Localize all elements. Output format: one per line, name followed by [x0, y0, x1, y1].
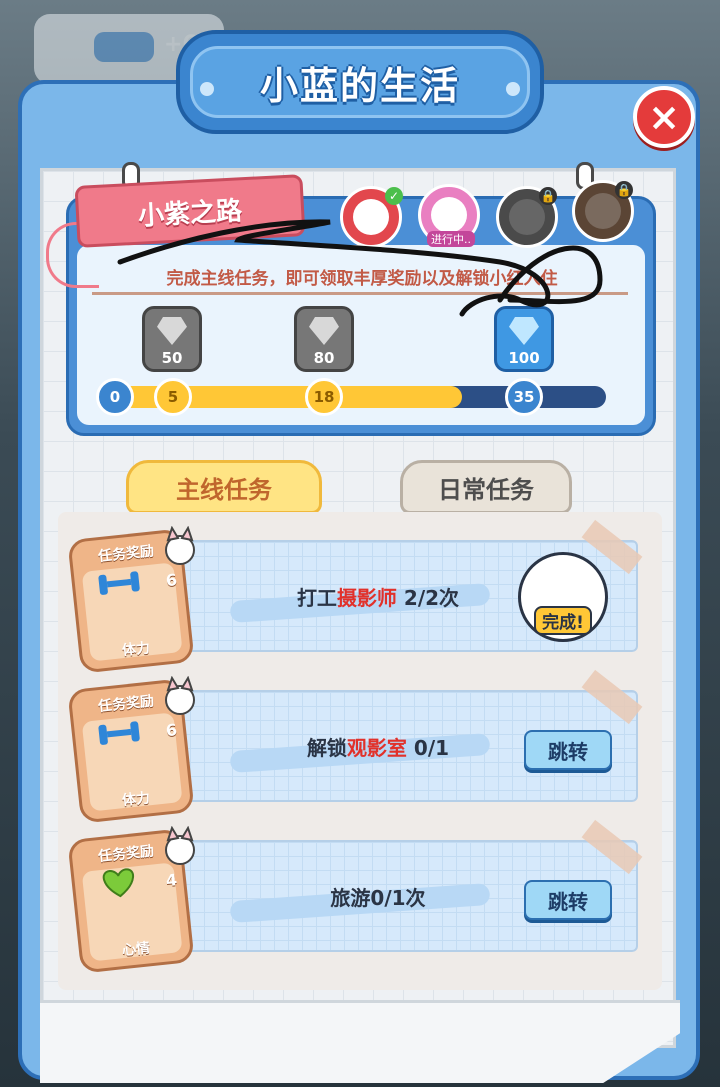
face-icon: [431, 197, 467, 233]
avatar-dark[interactable]: 🔒: [496, 186, 558, 248]
cat-icon: [165, 676, 195, 715]
jump-button[interactable]: 跳转: [524, 880, 612, 920]
jump-button[interactable]: 跳转: [524, 730, 612, 770]
avatar-pink[interactable]: 进行中..: [418, 184, 480, 247]
avatar-red[interactable]: ✓: [340, 186, 403, 248]
tab-daily-quests[interactable]: 日常任务: [400, 460, 572, 514]
done-label: 完成!: [534, 606, 592, 635]
avatar-status: 进行中..: [427, 231, 475, 247]
face-icon: [585, 193, 621, 229]
avatar-brown[interactable]: 🔒: [572, 180, 634, 242]
banner-dot: [506, 82, 520, 96]
progress-node: 5: [154, 378, 192, 416]
lock-icon: 🔒: [539, 187, 557, 205]
face-icon: [353, 199, 389, 235]
close-icon: ×: [648, 95, 680, 139]
progress-node: 35: [505, 378, 543, 416]
paper-curl: [40, 1000, 680, 1083]
road-tag-label: 小紫之路: [137, 195, 243, 232]
dumbbell-icon: [94, 32, 154, 62]
diamond-icon: [509, 317, 539, 345]
lock-icon: 🔒: [615, 181, 633, 199]
dumbbell-icon: [98, 721, 140, 745]
page-title: 小蓝的生活: [259, 63, 460, 108]
cat-icon: [165, 826, 195, 865]
check-icon: ✓: [385, 187, 403, 205]
heart-icon: [102, 868, 135, 898]
face-icon: [509, 199, 545, 235]
close-button[interactable]: ×: [633, 86, 695, 148]
done-stamp: 完成!: [518, 552, 608, 642]
gem-reward-silver[interactable]: 50: [142, 306, 202, 372]
divider: [92, 292, 628, 295]
diamond-icon: [309, 317, 339, 345]
progress-node-start: 0: [96, 378, 134, 416]
banner-dot: [200, 82, 214, 96]
road-tag: 小紫之路: [74, 174, 306, 248]
face-icon: [549, 579, 579, 599]
gem-reward-blue[interactable]: 100: [494, 306, 554, 372]
gem-reward-silver[interactable]: 80: [294, 306, 354, 372]
title-banner: 小蓝的生活: [176, 30, 544, 134]
tab-main-quests[interactable]: 主线任务: [126, 460, 322, 514]
diamond-icon: [157, 317, 187, 345]
dumbbell-icon: [98, 571, 140, 595]
cat-icon: [165, 526, 195, 565]
progress-node: 18: [305, 378, 343, 416]
road-description: 完成主线任务，即可领取丰厚奖励以及解锁小红入住: [166, 269, 558, 289]
